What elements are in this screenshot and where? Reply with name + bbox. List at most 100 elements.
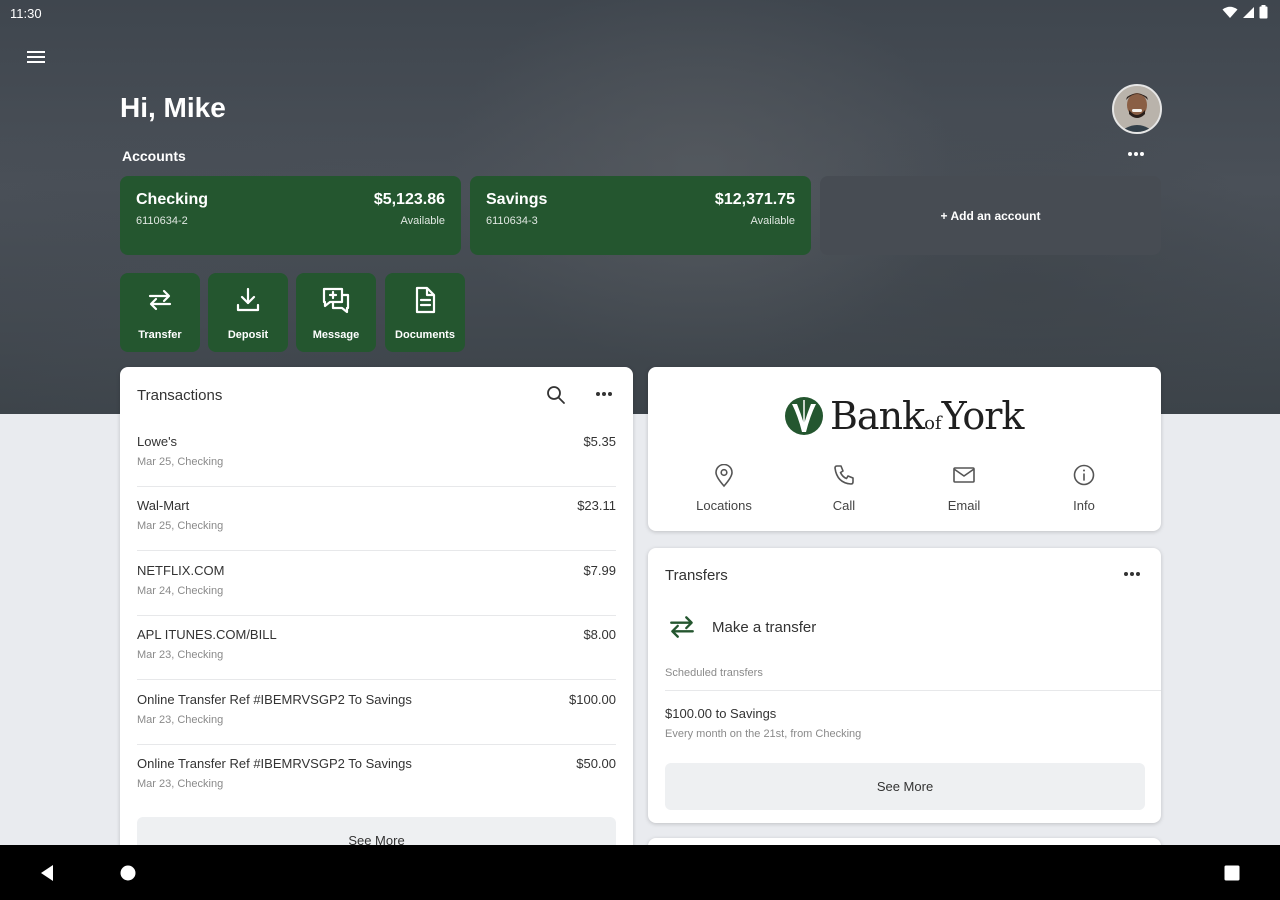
bank-logo: BankofYork bbox=[784, 394, 1024, 438]
account-card-savings[interactable]: Savings 6110634-3 $12,371.75 Available bbox=[470, 176, 811, 255]
transfers-title: Transfers bbox=[665, 567, 728, 584]
phone-icon bbox=[834, 465, 854, 485]
transaction-detail: Mar 23, Checking bbox=[137, 649, 224, 661]
transaction-merchant: NETFLIX.COM bbox=[137, 563, 225, 578]
location-pin-icon bbox=[715, 464, 733, 488]
battery-icon bbox=[1259, 5, 1268, 19]
transaction-amount: $50.00 bbox=[576, 756, 616, 771]
contact-label: Locations bbox=[696, 498, 752, 513]
transactions-search-button[interactable] bbox=[543, 383, 569, 407]
row-divider bbox=[137, 679, 616, 680]
bank-logo-icon bbox=[785, 397, 823, 435]
scheduled-transfers-label: Scheduled transfers bbox=[665, 667, 763, 679]
documents-action-button[interactable]: Documents bbox=[385, 273, 465, 352]
call-button[interactable]: Call bbox=[784, 462, 904, 518]
transaction-row[interactable]: Lowe's Mar 25, Checking $5.35 bbox=[137, 423, 616, 487]
transaction-detail: Mar 24, Checking bbox=[137, 585, 224, 597]
greeting-title: Hi, Mike bbox=[120, 92, 226, 123]
accounts-label: Accounts bbox=[122, 148, 186, 164]
search-icon bbox=[547, 386, 565, 404]
add-account-label: + Add an account bbox=[940, 209, 1041, 223]
make-transfer-button[interactable]: Make a transfer bbox=[665, 606, 1145, 650]
row-divider bbox=[665, 690, 1161, 691]
download-icon bbox=[236, 287, 260, 312]
account-balance-label: Available bbox=[750, 215, 795, 227]
transaction-row[interactable]: NETFLIX.COM Mar 24, Checking $7.99 bbox=[137, 552, 616, 616]
add-account-button[interactable]: + Add an account bbox=[820, 176, 1161, 255]
account-balance: $5,123.86 bbox=[373, 191, 445, 208]
transfers-see-more-button[interactable]: See More bbox=[665, 763, 1145, 810]
transaction-row[interactable]: Online Transfer Ref #IBEMRVSGP2 To Savin… bbox=[137, 681, 616, 745]
contact-label: Info bbox=[1073, 498, 1095, 513]
transaction-detail: Mar 23, Checking bbox=[137, 714, 224, 726]
deposit-action-button[interactable]: Deposit bbox=[208, 273, 288, 352]
transaction-merchant: Online Transfer Ref #IBEMRVSGP2 To Savin… bbox=[137, 756, 412, 771]
account-card-checking[interactable]: Checking 6110634-2 $5,123.86 Available bbox=[120, 176, 461, 255]
recents-square-icon bbox=[1224, 865, 1240, 881]
hamburger-icon bbox=[27, 51, 45, 63]
transaction-amount: $8.00 bbox=[583, 627, 616, 642]
action-label: Documents bbox=[395, 329, 455, 341]
bank-logo-text: BankofYork bbox=[830, 394, 1024, 438]
transaction-detail: Mar 25, Checking bbox=[137, 520, 224, 532]
transaction-merchant: Wal-Mart bbox=[137, 498, 190, 513]
action-label: Message bbox=[312, 329, 360, 341]
transaction-row[interactable]: APL ITUNES.COM/BILL Mar 23, Checking $8.… bbox=[137, 616, 616, 680]
action-label: Deposit bbox=[227, 329, 269, 341]
account-name: Savings bbox=[486, 191, 548, 208]
contact-label: Call bbox=[832, 498, 856, 513]
transaction-merchant: Lowe's bbox=[137, 434, 178, 449]
transaction-row[interactable]: Online Transfer Ref #IBEMRVSGP2 To Savin… bbox=[137, 745, 616, 809]
transfer-icon bbox=[148, 289, 172, 311]
transactions-more-button[interactable] bbox=[590, 384, 618, 404]
action-label: Transfer bbox=[138, 329, 182, 341]
system-icons bbox=[1222, 5, 1268, 19]
profile-avatar[interactable] bbox=[1112, 84, 1162, 134]
transaction-amount: $23.11 bbox=[577, 498, 616, 513]
scheduled-transfer-item[interactable]: $100.00 to Savings Every month on the 21… bbox=[665, 700, 1145, 746]
transaction-merchant: APL ITUNES.COM/BILL bbox=[137, 627, 277, 642]
transaction-amount: $100.00 bbox=[569, 692, 616, 707]
transaction-amount: $5.35 bbox=[583, 434, 616, 449]
contact-label: Email bbox=[947, 498, 981, 513]
transfers-more-button[interactable] bbox=[1118, 564, 1146, 584]
more-horizontal-icon bbox=[1128, 152, 1144, 156]
back-button[interactable] bbox=[31, 857, 63, 889]
locations-button[interactable]: Locations bbox=[664, 462, 784, 518]
account-name: Checking bbox=[136, 191, 209, 208]
info-button[interactable]: Info bbox=[1024, 462, 1144, 518]
transaction-detail: Mar 25, Checking bbox=[137, 456, 224, 468]
account-balance: $12,371.75 bbox=[714, 191, 795, 208]
status-bar: 11:30 bbox=[0, 0, 1280, 26]
home-circle-icon bbox=[120, 865, 136, 881]
scheduled-transfer-subtitle: Every month on the 21st, from Checking bbox=[665, 728, 862, 740]
recents-button[interactable] bbox=[1216, 857, 1248, 889]
more-horizontal-icon bbox=[596, 392, 612, 396]
status-time: 11:30 bbox=[10, 6, 42, 21]
transfer-action-button[interactable]: Transfer bbox=[120, 273, 200, 352]
document-icon bbox=[415, 286, 436, 314]
account-balance-label: Available bbox=[400, 215, 445, 227]
more-horizontal-icon bbox=[1124, 572, 1140, 576]
transaction-amount: $7.99 bbox=[583, 563, 616, 578]
email-button[interactable]: Email bbox=[904, 462, 1024, 518]
message-icon bbox=[322, 287, 350, 314]
wifi-icon bbox=[1222, 6, 1238, 18]
scheduled-transfer-title: $100.00 to Savings bbox=[665, 706, 777, 721]
transfer-icon bbox=[670, 616, 694, 638]
transaction-merchant: Online Transfer Ref #IBEMRVSGP2 To Savin… bbox=[137, 692, 412, 707]
message-action-button[interactable]: Message bbox=[296, 273, 376, 352]
transaction-detail: Mar 23, Checking bbox=[137, 778, 224, 790]
email-icon bbox=[953, 467, 975, 483]
home-button[interactable] bbox=[112, 857, 144, 889]
transactions-title: Transactions bbox=[137, 387, 223, 404]
account-number: 6110634-3 bbox=[486, 215, 538, 227]
system-navigation-bar bbox=[0, 845, 1280, 900]
row-divider bbox=[137, 550, 616, 551]
account-number: 6110634-2 bbox=[136, 215, 188, 227]
avatar-icon bbox=[1114, 86, 1160, 132]
accounts-more-button[interactable] bbox=[1122, 144, 1150, 164]
signal-icon bbox=[1243, 6, 1254, 18]
transaction-row[interactable]: Wal-Mart Mar 25, Checking $23.11 bbox=[137, 487, 616, 551]
menu-button[interactable] bbox=[22, 44, 50, 70]
